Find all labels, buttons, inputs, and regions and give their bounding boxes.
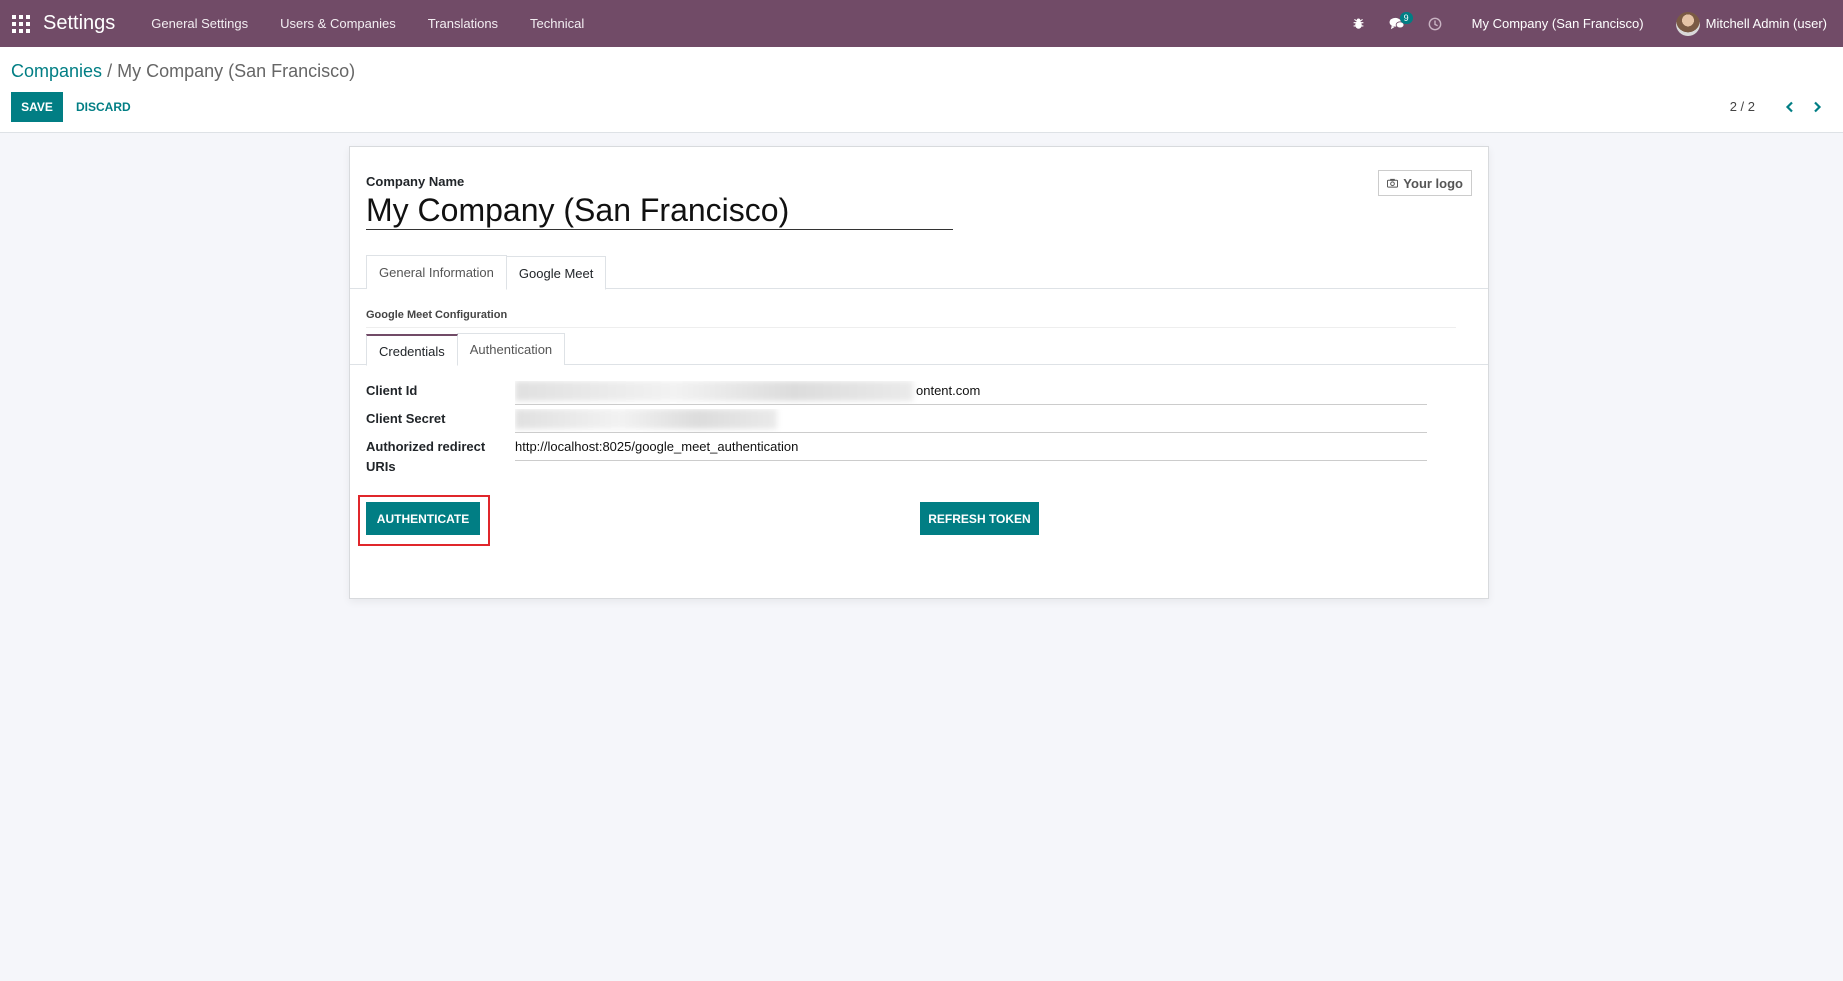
top-navbar: Settings General Settings Users & Compan… (0, 0, 1843, 47)
client-id-label: Client Id (366, 383, 418, 398)
menu-translations[interactable]: Translations (412, 0, 514, 47)
refresh-token-button[interactable]: REFRESH TOKEN (920, 502, 1039, 535)
camera-icon (1387, 178, 1399, 188)
redirect-uri-label: Authorized redirect URIs (366, 439, 486, 474)
app-title[interactable]: Settings (43, 12, 115, 35)
user-menu[interactable]: Mitchell Admin (user) (1662, 11, 1843, 36)
menu-users-companies[interactable]: Users & Companies (264, 0, 412, 47)
breadcrumb-current: My Company (San Francisco) (117, 61, 356, 81)
messages-count-badge: 9 (1399, 12, 1413, 24)
debug-bug-icon[interactable] (1340, 0, 1378, 47)
breadcrumb: Companies / My Company (San Francisco) (11, 61, 355, 82)
chevron-right-icon[interactable] (1807, 97, 1827, 117)
tab-general-information[interactable]: General Information (366, 255, 507, 289)
google-meet-sub-tabs: Credentials Authentication (350, 333, 1488, 366)
tab-credentials[interactable]: Credentials (366, 334, 458, 366)
user-name: Mitchell Admin (user) (1705, 16, 1827, 31)
save-button[interactable]: SAVE (11, 92, 63, 122)
company-switcher[interactable]: My Company (San Francisco) (1454, 16, 1662, 31)
company-name-input[interactable]: My Company (San Francisco) (366, 190, 953, 230)
client-id-suffix: ontent.com (916, 383, 981, 398)
systray: 9 My Company (San Francisco) Mitchell Ad… (1340, 0, 1843, 47)
redacted-client-secret (515, 409, 777, 429)
authenticate-button[interactable]: AUTHENTICATE (366, 502, 480, 535)
form-tabs: General Information Google Meet (350, 255, 1488, 290)
breadcrumb-separator: / (107, 61, 113, 81)
control-panel: Companies / My Company (San Francisco) S… (0, 47, 1843, 133)
tab-google-meet[interactable]: Google Meet (505, 256, 607, 290)
activity-clock-icon[interactable] (1416, 0, 1454, 47)
apps-menu-icon[interactable] (12, 14, 30, 33)
pager-value[interactable]: 2 / 2 (1730, 99, 1755, 114)
avatar (1675, 11, 1700, 36)
menu-technical[interactable]: Technical (514, 0, 600, 47)
discard-button[interactable]: DISCARD (74, 92, 133, 122)
section-title: Google Meet Configuration (366, 309, 1456, 328)
main-menu: General Settings Users & Companies Trans… (135, 0, 600, 47)
client-id-input[interactable]: ontent.com (515, 381, 1427, 405)
redirect-uri-input[interactable]: http://localhost:8025/google_meet_authen… (515, 437, 1427, 461)
chevron-left-icon[interactable] (1780, 97, 1800, 117)
client-secret-input[interactable] (515, 409, 1427, 433)
tab-authentication[interactable]: Authentication (456, 333, 566, 365)
redacted-client-id (515, 381, 913, 401)
messages-icon[interactable]: 9 (1378, 0, 1416, 47)
company-form-sheet: Company Name My Company (San Francisco) … (349, 146, 1489, 599)
logo-upload-label: Your logo (1403, 175, 1463, 191)
breadcrumb-companies-link[interactable]: Companies (11, 61, 102, 81)
menu-general-settings[interactable]: General Settings (135, 0, 264, 47)
client-secret-label: Client Secret (366, 411, 446, 426)
company-name-label: Company Name (366, 174, 465, 189)
logo-upload-button[interactable]: Your logo (1378, 170, 1472, 196)
